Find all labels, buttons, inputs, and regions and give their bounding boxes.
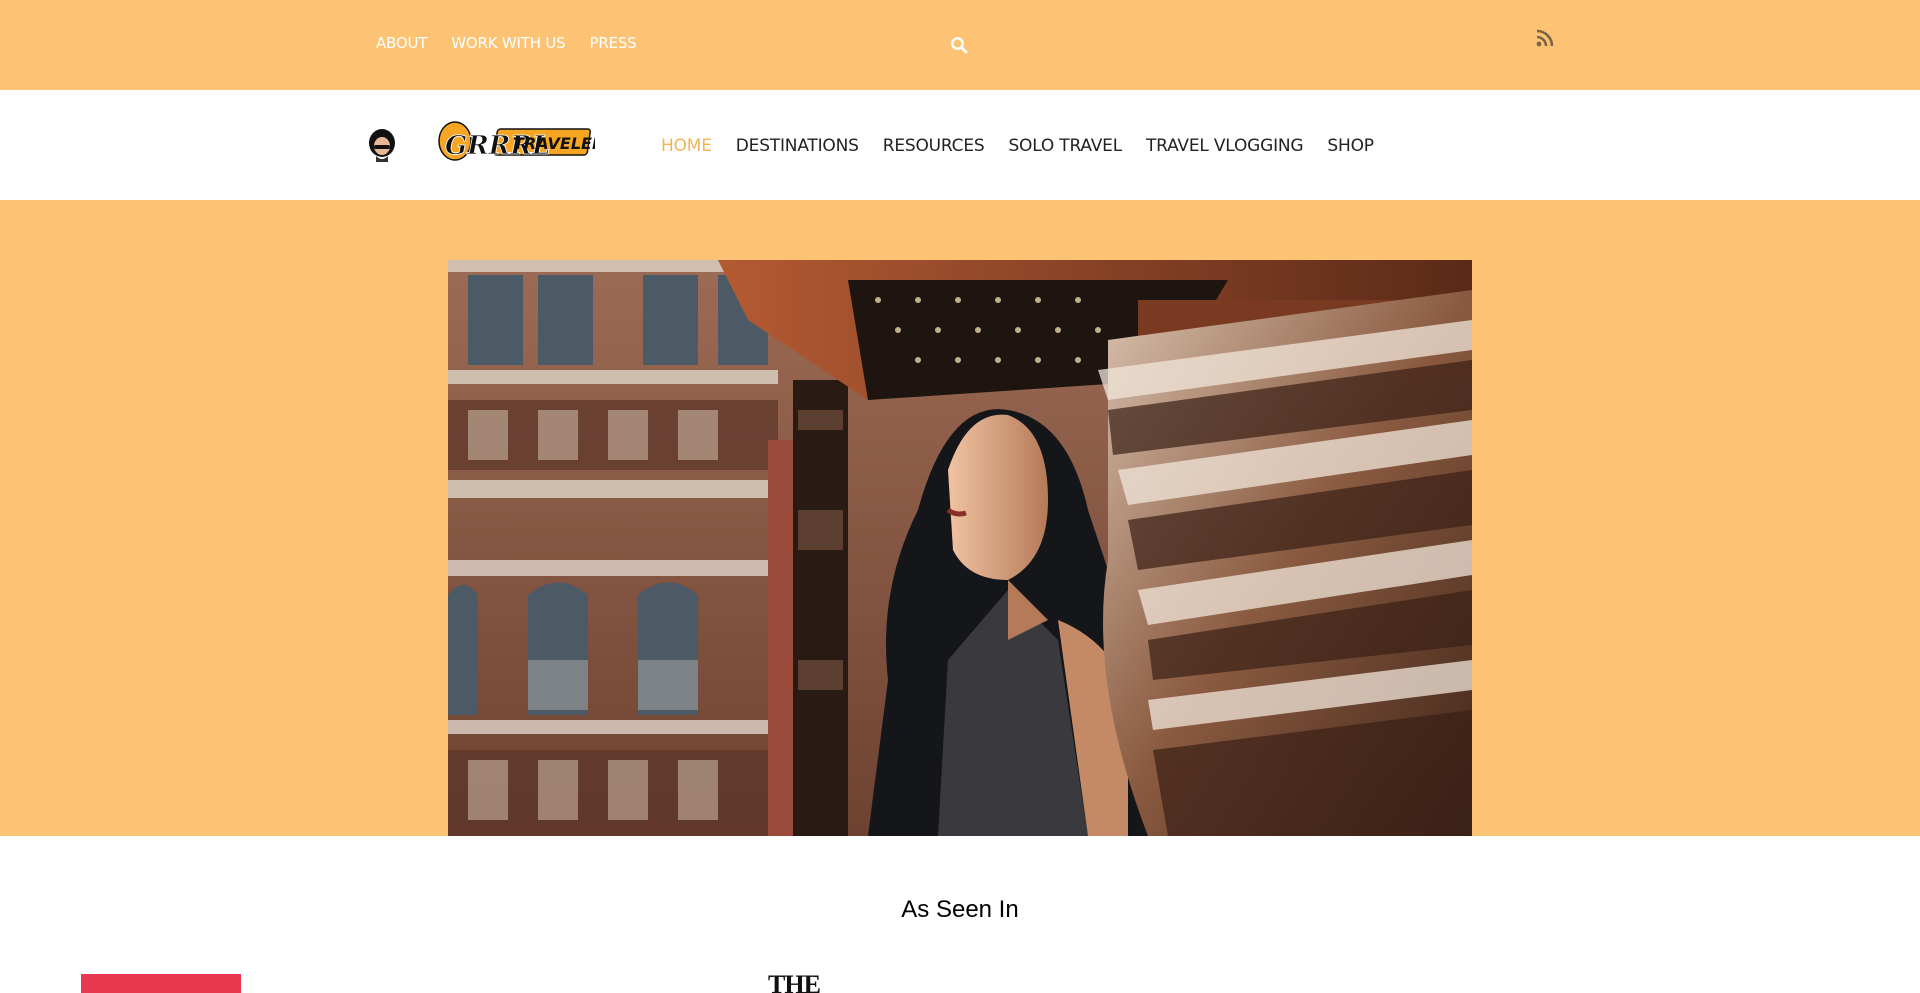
top-link-press[interactable]: PRESS xyxy=(589,34,636,52)
nav-travel-vlogging[interactable]: TRAVEL VLOGGING xyxy=(1146,136,1304,156)
hero-section xyxy=(0,200,1920,836)
top-link-work-with-us[interactable]: WORK WITH US xyxy=(451,34,565,52)
rss-icon[interactable] xyxy=(1535,28,1555,48)
site-logo[interactable]: GRRRL TRAVELER xyxy=(437,119,595,163)
top-bar: ABOUT WORK WITH US PRESS xyxy=(0,0,1920,90)
hero-image[interactable] xyxy=(448,260,1472,836)
press-logo-the[interactable]: THE xyxy=(768,970,821,993)
nav-home[interactable]: HOME xyxy=(661,136,712,156)
main-nav: HOME DESTINATIONS RESOURCES SOLO TRAVEL … xyxy=(661,136,1374,156)
search-icon[interactable] xyxy=(950,36,968,54)
nav-solo-travel[interactable]: SOLO TRAVEL xyxy=(1008,136,1122,156)
nav-resources[interactable]: RESOURCES xyxy=(883,136,985,156)
avatar-icon[interactable] xyxy=(368,128,396,162)
top-link-about[interactable]: ABOUT xyxy=(376,34,427,52)
top-links: ABOUT WORK WITH US PRESS xyxy=(376,34,637,52)
as-seen-in-section: As Seen In THE xyxy=(0,836,1920,993)
nav-shop[interactable]: SHOP xyxy=(1327,136,1374,156)
nav-destinations[interactable]: DESTINATIONS xyxy=(736,136,859,156)
svg-text:TRAVELER: TRAVELER xyxy=(513,134,595,153)
main-header: GRRRL TRAVELER HOME DESTINATIONS RESOURC… xyxy=(0,90,1920,200)
press-logo-red[interactable] xyxy=(81,974,241,993)
as-seen-in-heading: As Seen In xyxy=(901,896,1019,923)
